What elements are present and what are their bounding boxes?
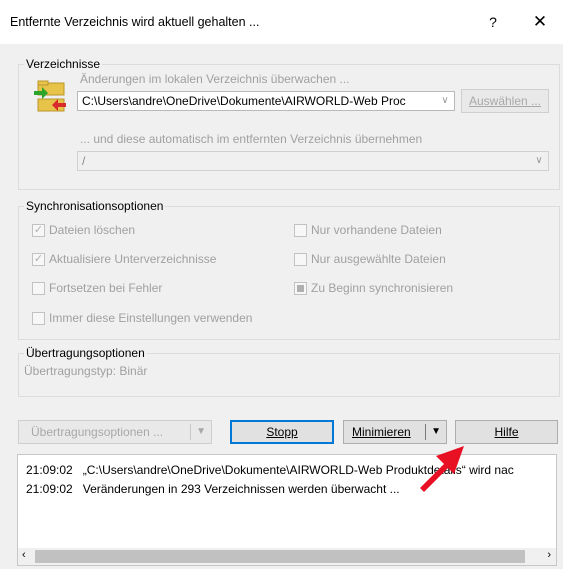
remote-dir-path: / [82, 154, 86, 168]
sync-folders-icon [34, 80, 66, 112]
local-dir-path: C:\Users\andre\OneDrive\Dokumente\AIRWOR… [82, 94, 406, 108]
always-use-settings-checkbox[interactable] [32, 312, 45, 325]
scroll-left-icon[interactable]: ‹ [22, 549, 26, 561]
sync-at-start-checkbox[interactable] [294, 282, 307, 295]
annotation-arrow-icon [420, 446, 464, 492]
dropdown-arrow-icon[interactable]: ▼ [196, 421, 206, 443]
close-button[interactable]: ✕ [525, 10, 555, 34]
horizontal-scrollbar[interactable]: ‹ › [18, 548, 556, 565]
local-dir-combobox[interactable]: C:\Users\andre\OneDrive\Dokumente\AIRWOR… [77, 91, 455, 111]
split-divider [190, 424, 191, 440]
remote-dir-combobox[interactable]: / ∨ [77, 151, 549, 171]
sync-at-start-label: Zu Beginn synchronisieren [311, 281, 454, 295]
continue-on-error-checkbox[interactable] [32, 282, 45, 295]
log-time: 21:09:02 [26, 463, 73, 477]
title-bar: Entfernte Verzeichnis wird aktuell gehal… [0, 0, 563, 44]
local-dir-caption: Änderungen im lokalen Verzeichnis überwa… [80, 72, 350, 86]
selected-files-only-label: Nur ausgewählte Dateien [311, 252, 446, 266]
update-subdirs-label: Aktualisiere Unterverzeichnisse [49, 252, 217, 266]
window-title: Entfernte Verzeichnis wird aktuell gehal… [10, 15, 260, 29]
chevron-down-icon[interactable]: ∨ [436, 92, 454, 110]
delete-files-checkbox[interactable]: ✓ [32, 224, 45, 237]
browse-button-label: Auswählen ... [468, 94, 542, 108]
sync-options-group-label: Synchronisationsoptionen [24, 199, 166, 213]
stop-button-label: Stopp [266, 425, 298, 439]
delete-files-label: Dateien löschen [49, 223, 136, 237]
remote-dir-caption: ... und diese automatisch im entfernten … [80, 132, 423, 146]
stop-button[interactable]: Stopp [230, 420, 334, 444]
selected-files-only-checkbox[interactable] [294, 253, 307, 266]
existing-files-only-label: Nur vorhandene Dateien [311, 223, 442, 237]
browse-button[interactable]: Auswählen ... [461, 89, 549, 113]
transfer-type-text: Übertragungstyp: Binär [24, 364, 148, 378]
directories-group-label: Verzeichnisse [24, 57, 103, 71]
existing-files-only-checkbox[interactable] [294, 224, 307, 237]
scroll-right-icon[interactable]: › [547, 549, 551, 561]
log-text: Veränderungen in 293 Verzeichnissen werd… [82, 482, 400, 496]
scrollbar-thumb[interactable] [35, 550, 525, 563]
chevron-down-icon[interactable]: ∨ [530, 152, 548, 170]
update-subdirs-checkbox[interactable]: ✓ [32, 253, 45, 266]
transfer-options-group-label: Übertragungsoptionen [24, 346, 147, 360]
continue-on-error-label: Fortsetzen bei Fehler [49, 281, 163, 295]
transfer-options-button[interactable]: Übertragungsoptionen ... ▼ [18, 420, 212, 444]
always-use-settings-label: Immer diese Einstellungen verwenden [49, 311, 253, 325]
log-entry: 21:09:02 Veränderungen in 293 Verzeichni… [26, 482, 400, 496]
transfer-options-label: Übertragungsoptionen ... [31, 425, 164, 439]
help-title-button[interactable]: ? [478, 10, 508, 34]
help-button-label: Hilfe [494, 425, 519, 439]
log-time: 21:09:02 [26, 482, 73, 496]
